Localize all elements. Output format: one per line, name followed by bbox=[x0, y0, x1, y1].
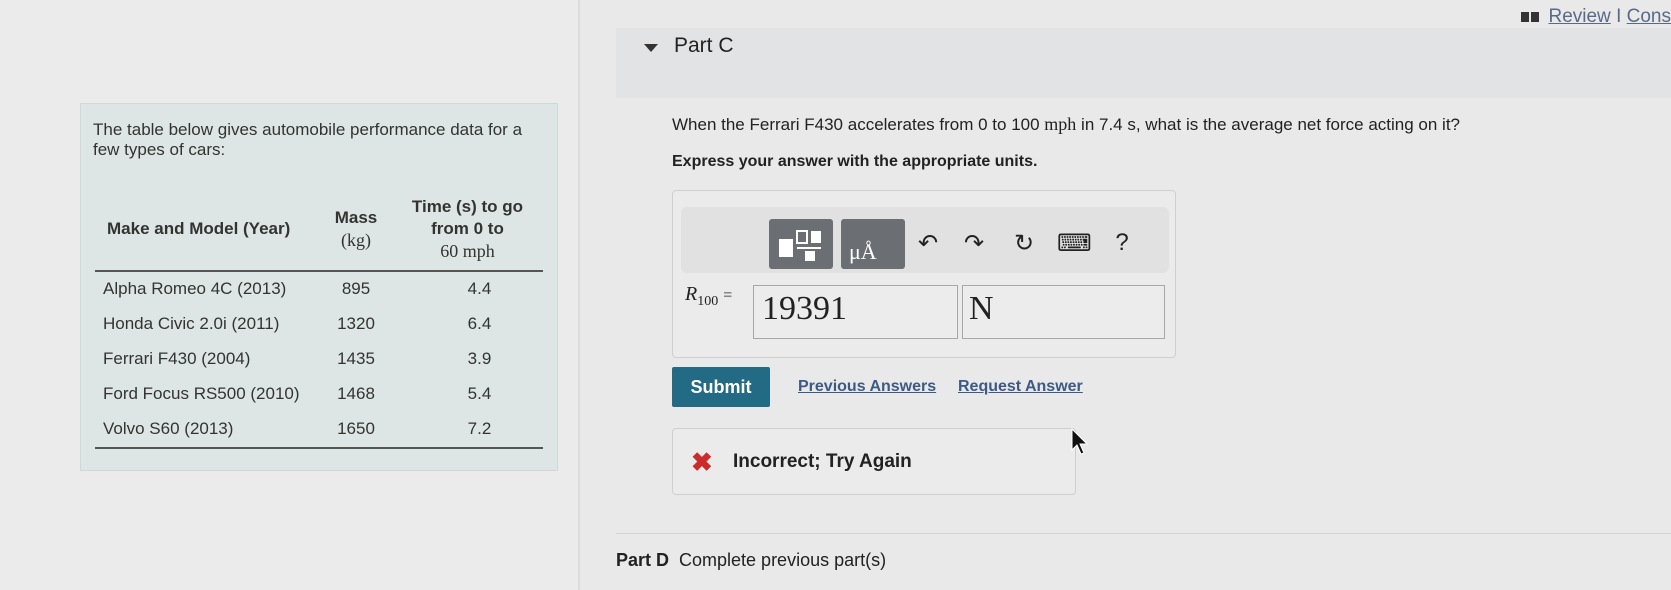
header-time-line2: from 0 to bbox=[431, 219, 504, 238]
cell-mass: 1435 bbox=[337, 349, 375, 368]
help-icon[interactable]: ? bbox=[1107, 229, 1137, 257]
table-row: Honda Civic 2.0i (2011) 1320 6.4 bbox=[95, 307, 543, 342]
header-time: Time (s) to go from 0 to 60 mph bbox=[392, 192, 543, 272]
part-d-header[interactable]: Part D Complete previous part(s) bbox=[616, 550, 886, 571]
cell-mass: 895 bbox=[341, 279, 371, 298]
redo-icon[interactable]: ↷ bbox=[959, 229, 989, 258]
equation-label: R100 = bbox=[685, 283, 732, 310]
top-links: Review I Cons bbox=[1521, 6, 1671, 28]
fraction-template-button[interactable] bbox=[769, 219, 833, 269]
performance-table: Make and Model (Year) Mass (kg) Time (s)… bbox=[95, 192, 543, 449]
previous-answers-link[interactable]: Previous Answers bbox=[798, 378, 936, 396]
header-mass-label: Mass bbox=[334, 208, 378, 227]
left-pane: The table below gives automobile perform… bbox=[0, 0, 578, 590]
part-d-text: Complete previous part(s) bbox=[679, 550, 887, 570]
undo-icon[interactable]: ↶ bbox=[913, 229, 943, 258]
cell-model: Honda Civic 2.0i (2011) bbox=[103, 314, 280, 333]
question-unit-s: s bbox=[1127, 115, 1136, 134]
units-icon: μÅ bbox=[849, 239, 877, 264]
review-link[interactable]: Review bbox=[1548, 6, 1610, 27]
math-toolbar: μÅ ↶ ↷ ↻ ⌨ ? bbox=[681, 207, 1169, 273]
table-header-row: Make and Model (Year) Mass (kg) Time (s)… bbox=[95, 192, 543, 272]
cell-model: Volvo S60 (2013) bbox=[95, 412, 320, 449]
reset-icon[interactable]: ↻ bbox=[1009, 229, 1039, 258]
table-row: Volvo S60 (2013) 1650 7.2 bbox=[95, 412, 543, 449]
cell-time: 3.9 bbox=[467, 349, 492, 368]
cell-time: 5.4 bbox=[467, 384, 492, 403]
instruction-text: Express your answer with the appropriate… bbox=[672, 153, 1038, 170]
cell-mass: 1468 bbox=[337, 384, 375, 403]
header-time-unit: 60 mph bbox=[440, 241, 495, 261]
submit-button[interactable]: Submit bbox=[672, 367, 770, 407]
header-mass-unit: (kg) bbox=[341, 230, 371, 250]
question-mid: in 7.4 bbox=[1076, 115, 1128, 134]
header-mass: Mass (kg) bbox=[320, 192, 392, 272]
part-c-title: Part C bbox=[674, 34, 734, 57]
cell-time: 6.4 bbox=[467, 314, 492, 333]
request-answer-link[interactable]: Request Answer bbox=[958, 378, 1083, 396]
keyboard-icon[interactable]: ⌨ bbox=[1057, 229, 1092, 258]
cell-time: 7.2 bbox=[392, 412, 543, 449]
fraction-template-icon bbox=[779, 230, 821, 261]
question-pre: When the Ferrari F430 accelerates from 0… bbox=[672, 115, 1045, 134]
answer-box: μÅ ↶ ↷ ↻ ⌨ ? R100 = 19391 N bbox=[672, 190, 1176, 358]
info-panel: The table below gives automobile perform… bbox=[80, 103, 558, 471]
units-button[interactable]: μÅ bbox=[841, 219, 905, 269]
question-post: , what is the average net force acting o… bbox=[1135, 115, 1460, 134]
question-text: When the Ferrari F430 accelerates from 0… bbox=[672, 114, 1460, 135]
cell-mass: 1650 bbox=[320, 412, 392, 449]
header-time-line1: Time (s) to go bbox=[411, 197, 524, 216]
equation-sub: 100 bbox=[697, 294, 719, 309]
part-divider bbox=[616, 533, 1671, 534]
table-row: Alpha Romeo 4C (2013) 895 4.4 bbox=[95, 271, 543, 307]
mouse-cursor-icon bbox=[1071, 428, 1089, 455]
feedback-box: ✖ Incorrect; Try Again bbox=[672, 428, 1076, 495]
error-x-icon: ✖ bbox=[691, 447, 713, 477]
cell-mass: 1320 bbox=[337, 314, 375, 333]
part-d-label: Part D bbox=[616, 550, 670, 570]
cell-model: Ford Focus RS500 (2010) bbox=[103, 384, 300, 403]
cell-model: Ferrari F430 (2004) bbox=[103, 349, 251, 368]
cell-time: 4.4 bbox=[467, 279, 492, 298]
book-icon bbox=[1521, 11, 1540, 22]
collapse-caret-icon[interactable] bbox=[644, 44, 658, 52]
answer-unit-input[interactable]: N bbox=[962, 285, 1165, 339]
right-pane: Review I Cons Part C When the Ferrari F4… bbox=[580, 0, 1671, 590]
table-row: Ford Focus RS500 (2010) 1468 5.4 bbox=[95, 377, 543, 412]
feedback-text: Incorrect; Try Again bbox=[733, 451, 912, 472]
part-c-header[interactable]: Part C bbox=[616, 28, 1671, 98]
constants-link[interactable]: Cons bbox=[1627, 6, 1671, 27]
link-separator: I bbox=[1616, 6, 1622, 27]
table-row: Ferrari F430 (2004) 1435 3.9 bbox=[95, 342, 543, 377]
info-intro: The table below gives automobile perform… bbox=[93, 120, 523, 159]
header-model: Make and Model (Year) bbox=[95, 192, 320, 272]
question-unit-mph: mph bbox=[1044, 114, 1077, 134]
equation-var: R bbox=[685, 283, 698, 305]
answer-value-input[interactable]: 19391 bbox=[753, 285, 958, 339]
cell-model: Alpha Romeo 4C (2013) bbox=[103, 279, 287, 298]
equals-sign: = bbox=[723, 287, 733, 304]
